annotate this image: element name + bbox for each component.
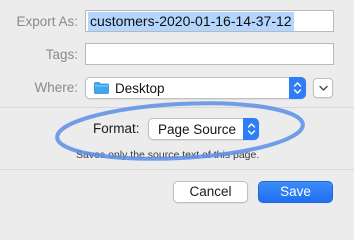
format-stepper [243,118,259,140]
format-label: Format: [93,121,140,136]
up-down-chevron-icon [247,123,256,135]
chevron-down-icon [319,85,328,91]
folder-icon [94,82,109,94]
export-as-value: customers-2020-01-16-14-37-12 [88,12,294,31]
export-as-label: Export As: [16,14,78,29]
where-stepper [289,77,306,99]
where-selected-value: Desktop [115,81,165,96]
export-as-field[interactable]: customers-2020-01-16-14-37-12 [85,10,334,32]
where-popup-button[interactable]: Desktop [85,77,306,99]
up-down-chevron-icon [293,82,302,94]
format-selected-value: Page Source [158,122,237,137]
where-label: Where: [34,80,78,95]
where-expand-button[interactable] [313,78,333,98]
tags-label: Tags: [45,47,78,62]
divider [0,107,354,108]
save-button[interactable]: Save [258,181,333,203]
cancel-button[interactable]: Cancel [173,181,248,203]
format-description: Saves only the source text of this page. [76,149,260,161]
divider [0,169,354,170]
format-popup-button[interactable]: Page Source [148,118,259,140]
tags-field[interactable] [85,43,334,65]
